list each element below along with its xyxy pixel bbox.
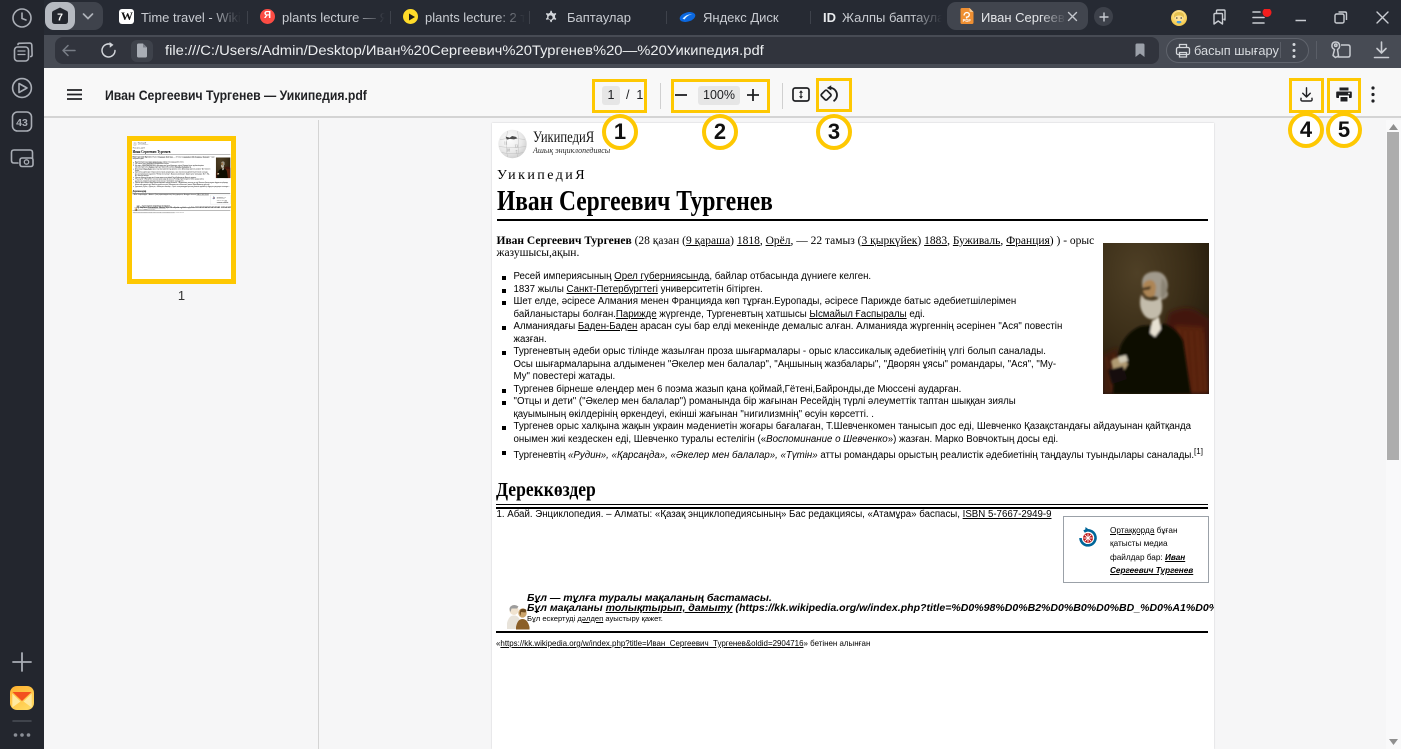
svg-text:11: 11 bbox=[504, 142, 508, 146]
svg-text:PDF: PDF bbox=[963, 18, 972, 23]
svg-text:13: 13 bbox=[515, 145, 519, 149]
svg-text:43: 43 bbox=[16, 117, 28, 129]
svg-text:7: 7 bbox=[57, 12, 63, 24]
svg-text:18: 18 bbox=[507, 149, 511, 153]
svg-text:7: 7 bbox=[516, 151, 518, 155]
